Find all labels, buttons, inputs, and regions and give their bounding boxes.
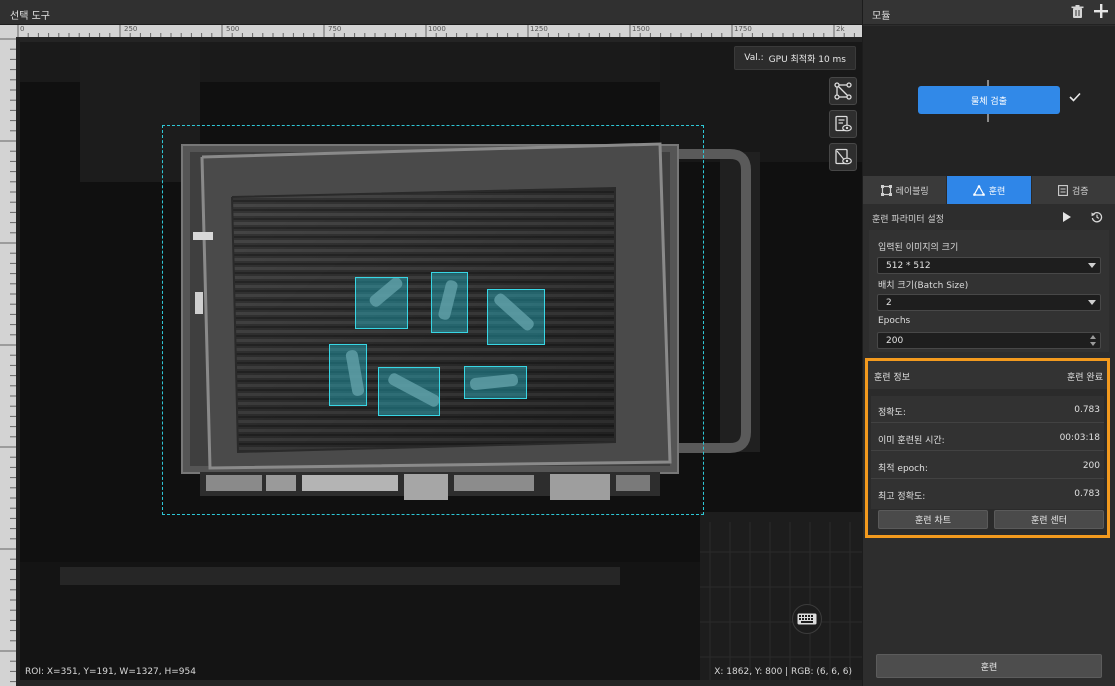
epochs-label: Epochs xyxy=(878,316,911,326)
train-icon xyxy=(972,184,985,196)
metric-value: 0.783 xyxy=(1074,489,1100,499)
training-chart-button[interactable]: 훈련 차트 xyxy=(878,510,988,529)
tab-train[interactable]: 훈련 xyxy=(947,176,1032,204)
ruler-label: 1500 xyxy=(632,25,650,33)
stepper-down-icon[interactable] xyxy=(1090,342,1096,346)
ruler-left xyxy=(0,37,16,686)
ruler-label: 750 xyxy=(328,25,342,33)
module-title: 모듈 xyxy=(872,11,891,22)
val-label: Val.: xyxy=(744,53,764,63)
metric-value: 00:03:18 xyxy=(1059,433,1100,443)
val-value: GPU 최적화 10 ms xyxy=(768,54,846,65)
mask-view-button[interactable] xyxy=(829,143,857,171)
ruler-top: 0 250 500 750 1000 1250 1500 1750 2k xyxy=(16,25,862,37)
input-size-label: 입력된 이미지의 크기 xyxy=(878,243,959,253)
ruler-label: 2k xyxy=(836,25,845,33)
roi-status: ROI: X=351, Y=191, W=1327, H=954 xyxy=(25,667,196,677)
trash-icon[interactable] xyxy=(1071,5,1084,19)
ruler-label: 0 xyxy=(20,25,25,33)
section-title: 훈련 파라미터 설정 xyxy=(872,215,944,225)
metric-key: 최적 epoch: xyxy=(878,464,928,474)
metric-key: 이미 훈련된 시간: xyxy=(878,436,945,446)
detection-box[interactable] xyxy=(378,367,440,416)
check-icon xyxy=(1069,92,1081,102)
object-detection-node[interactable]: 물체 검출 xyxy=(918,86,1060,114)
detection-box[interactable] xyxy=(355,277,408,329)
chevron-down-icon xyxy=(1088,263,1096,268)
verify-icon xyxy=(1058,184,1068,196)
detection-box[interactable] xyxy=(431,272,468,333)
node-label: 물체 검출 xyxy=(971,96,1007,107)
metric-row: 최고 정확도: 0.783 xyxy=(871,480,1104,507)
labeling-icon xyxy=(880,184,892,196)
panel-title: 선택 도구 xyxy=(10,11,50,22)
batch-size-value: 2 xyxy=(886,298,892,308)
batch-size-label: 배치 크기(Batch Size) xyxy=(878,281,969,291)
metric-value: 0.783 xyxy=(1074,405,1100,415)
metric-row: 이미 훈련된 시간: 00:03:18 xyxy=(871,424,1104,451)
module-graph: 물체 검출 xyxy=(863,26,1115,176)
metric-key: 정확도: xyxy=(878,408,906,418)
ruler-label: 1750 xyxy=(734,25,752,33)
cursor-status: X: 1862, Y: 800 | RGB: (6, 6, 6) xyxy=(714,667,852,677)
training-info-title: 훈련 정보 xyxy=(874,373,910,383)
metric-value: 200 xyxy=(1082,461,1100,471)
batch-size-select[interactable]: 2 xyxy=(877,294,1101,311)
training-metrics: 정확도: 0.783 이미 훈련된 시간: 00:03:18 최적 epoch:… xyxy=(871,396,1104,509)
training-info-header: 훈련 정보 훈련 완료 xyxy=(868,361,1107,389)
keyboard-button[interactable] xyxy=(792,604,822,634)
node-connector-bottom xyxy=(987,114,989,122)
train-button[interactable]: 훈련 xyxy=(876,654,1102,678)
detection-box[interactable] xyxy=(487,289,545,345)
ruler-label: 1250 xyxy=(530,25,548,33)
training-status: 훈련 완료 xyxy=(1067,373,1103,383)
button-label: 훈련 센터 xyxy=(1031,516,1067,526)
ruler-corner xyxy=(0,25,16,37)
keyboard-icon xyxy=(797,613,817,625)
button-label: 훈련 xyxy=(980,662,998,673)
detection-box[interactable] xyxy=(464,366,527,399)
ruler-label: 250 xyxy=(124,25,138,33)
input-size-select[interactable]: 512 * 512 xyxy=(877,257,1101,274)
module-header: 모듈 xyxy=(863,0,1115,25)
image-eye-icon xyxy=(835,115,852,132)
tab-bar: 레이블링 훈련 검증 xyxy=(863,176,1115,204)
button-label: 훈련 차트 xyxy=(915,516,951,526)
ruler-left-ticks xyxy=(0,38,16,683)
metric-key: 최고 정확도: xyxy=(878,492,926,502)
mask-eye-icon xyxy=(835,148,852,165)
training-center-button[interactable]: 훈련 센터 xyxy=(994,510,1104,529)
ruler-label: 1000 xyxy=(428,25,446,33)
chevron-down-icon xyxy=(1088,300,1096,305)
training-info-box: 훈련 정보 훈련 완료 정확도: 0.783 이미 훈련된 시간: 00:03:… xyxy=(865,358,1110,538)
roi-graph-icon xyxy=(834,82,852,100)
training-params: 입력된 이미지의 크기 512 * 512 배치 크기(Batch Size) … xyxy=(869,230,1109,352)
plus-icon[interactable] xyxy=(1094,4,1108,18)
roi-graph-button[interactable] xyxy=(829,77,857,105)
ruler-label: 500 xyxy=(226,25,240,33)
validation-time-badge: Val.: GPU 최적화 10 ms xyxy=(734,46,856,70)
selection-tool-panel: 선택 도구 0 250 500 750 1000 1250 1500 1750 … xyxy=(0,0,862,686)
image-view-button[interactable] xyxy=(829,110,857,138)
image-canvas[interactable]: Val.: GPU 최적화 10 ms xyxy=(20,42,862,680)
tab-labeling[interactable]: 레이블링 xyxy=(863,176,948,204)
epochs-value: 200 xyxy=(886,336,904,346)
play-icon[interactable] xyxy=(1063,212,1071,222)
input-size-value: 512 * 512 xyxy=(886,261,931,271)
tab-label: 훈련 xyxy=(988,186,1006,197)
panel-title-bar: 선택 도구 xyxy=(0,0,862,25)
history-icon[interactable] xyxy=(1091,211,1103,223)
stepper-up-icon[interactable] xyxy=(1090,335,1096,339)
metric-row: 정확도: 0.783 xyxy=(871,396,1104,423)
tab-label: 검증 xyxy=(1072,186,1089,197)
epochs-stepper[interactable]: 200 xyxy=(877,332,1101,349)
detection-box[interactable] xyxy=(329,344,367,406)
tab-label: 레이블링 xyxy=(895,186,929,197)
tab-verify[interactable]: 검증 xyxy=(1032,176,1115,204)
module-panel: 모듈 물체 검출 레이블링 훈련 검증 훈련 파라미터 설정 입력된 이미지의 … xyxy=(862,0,1115,686)
metric-row: 최적 epoch: 200 xyxy=(871,452,1104,479)
